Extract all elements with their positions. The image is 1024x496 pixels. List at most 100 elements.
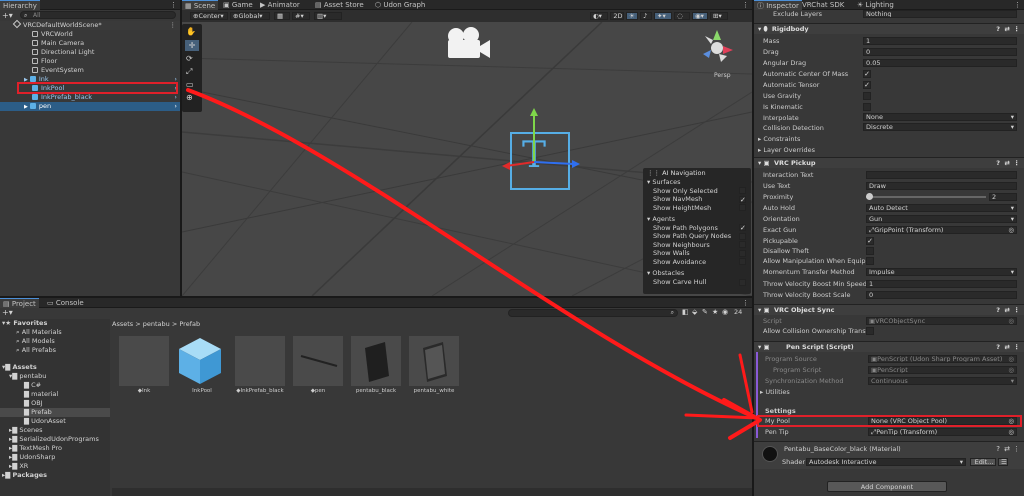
obstacles-header[interactable]: ▾ Obstacles: [647, 269, 684, 277]
is-kinematic-checkbox[interactable]: [863, 103, 871, 111]
breadcrumb-pentabu[interactable]: pentabu: [143, 320, 170, 328]
hierarchy-item-main-camera[interactable]: Main Camera: [0, 39, 180, 48]
filter-type-icon[interactable]: ◧: [682, 308, 689, 316]
pickupable-checkbox[interactable]: ✓: [866, 237, 874, 245]
preset-icon[interactable]: ⇄: [1005, 305, 1010, 316]
asset-ink[interactable]: [119, 336, 169, 386]
increment-snap[interactable]: ▥▾: [314, 12, 342, 20]
mass-field[interactable]: 1: [863, 37, 1017, 45]
audio-toggle[interactable]: ♪: [640, 12, 652, 20]
more-icon[interactable]: ⋮: [1014, 342, 1021, 353]
tab-asset-store[interactable]: ▤ Asset Store: [312, 0, 367, 10]
nav-option-checkbox[interactable]: [739, 278, 746, 286]
orientation-dropdown[interactable]: Gun ▾: [866, 215, 1017, 223]
folder-udonasset[interactable]: ▇ UdonAsset: [24, 417, 66, 425]
angular-drag-field[interactable]: 0.05: [863, 59, 1017, 67]
move-handle-icon[interactable]: [502, 108, 582, 188]
preset-icon[interactable]: ⇄: [1005, 24, 1010, 35]
hand-tool-icon[interactable]: ✋: [186, 27, 196, 36]
help-icon[interactable]: ?: [996, 305, 1000, 316]
tab-console[interactable]: ▭ Console: [44, 298, 87, 308]
tab-project[interactable]: ▤ Project: [0, 298, 39, 308]
help-icon[interactable]: ?: [996, 445, 1000, 453]
tab-animator[interactable]: ▶ Animator: [257, 0, 303, 10]
transform-tool-icon[interactable]: ⊕: [186, 93, 193, 102]
hierarchy-item-pen[interactable]: ▶ pen ›: [0, 102, 180, 111]
preset-icon[interactable]: ⇄: [1005, 158, 1010, 169]
pen-script-header[interactable]: ▾ ▣ Pen Script (Script) ? ⇄ ⋮: [754, 341, 1024, 352]
help-icon[interactable]: ?: [996, 158, 1000, 169]
lighting-toggle[interactable]: ☀: [626, 12, 638, 20]
more-icon[interactable]: ⋮: [742, 0, 749, 10]
more-icon[interactable]: ⋮: [1014, 24, 1021, 35]
hierarchy-search[interactable]: ⌕ All: [20, 11, 176, 19]
chevron-right-icon[interactable]: ›: [174, 93, 177, 102]
grid-dropdown[interactable]: #▾: [292, 12, 310, 20]
favorites-header[interactable]: ▾★ Favorites: [2, 319, 47, 327]
breadcrumb-prefab[interactable]: Prefab: [179, 320, 200, 328]
asset-pen[interactable]: [293, 336, 343, 386]
throw-scale-field[interactable]: 0: [866, 291, 1017, 299]
hidden-toggle[interactable]: ◌: [674, 12, 690, 20]
tab-udon-graph[interactable]: ⬡ Udon Graph: [372, 0, 428, 10]
pivot-dropdown[interactable]: ⊕Center▾: [190, 12, 228, 20]
collision-detection-dropdown[interactable]: Discrete ▾: [863, 123, 1017, 131]
hierarchy-item-inkprefab-black[interactable]: InkPrefab_black ›: [0, 93, 180, 102]
exclude-layers-field[interactable]: Nothing: [863, 10, 1017, 18]
scale-tool-icon[interactable]: ⤢: [186, 67, 192, 77]
more-icon[interactable]: ⋮: [170, 21, 177, 30]
nav-option-checkbox[interactable]: [739, 187, 746, 194]
help-icon[interactable]: ?: [996, 342, 1000, 353]
more-icon[interactable]: ⋮: [1014, 305, 1021, 316]
persp-label[interactable]: Persp: [714, 72, 731, 79]
folder-material[interactable]: ▇ material: [24, 390, 58, 398]
rigidbody-header[interactable]: ▾ ⬮ Rigidbody ? ⇄ ⋮: [754, 23, 1024, 34]
asset-pentabu-white[interactable]: [409, 336, 459, 386]
nav-option-checkbox[interactable]: [739, 249, 746, 257]
effects-toggle[interactable]: ✦▾: [654, 12, 672, 20]
folder-csharp[interactable]: ▇ C#: [24, 381, 41, 389]
hierarchy-item-eventsystem[interactable]: EventSystem: [0, 66, 180, 75]
move-tool-icon[interactable]: ✛: [185, 40, 199, 51]
help-icon[interactable]: ?: [996, 24, 1000, 35]
rotate-tool-icon[interactable]: ⟳: [186, 54, 193, 63]
orientation-gizmo[interactable]: [697, 28, 737, 68]
snap-toggle[interactable]: ▦: [274, 12, 290, 20]
more-icon[interactable]: ⋮: [1014, 0, 1021, 10]
preset-icon[interactable]: ⇄: [1005, 342, 1010, 353]
scene-viewport[interactable]: ✋ ✛ ⟳ ⤢ ▭ ⊕ Persp T ⋮⋮ AI Navigation ▾ S…: [182, 22, 752, 296]
folder-textmeshpro[interactable]: ▸▇ TextMesh Pro: [9, 444, 62, 452]
auto-center-checkbox[interactable]: ✓: [863, 70, 871, 78]
folder-pentabu[interactable]: ▾▇ pentabu: [9, 372, 46, 380]
filter-log-icon[interactable]: ✎: [702, 308, 708, 316]
object-picker-icon[interactable]: ◎: [1008, 429, 1014, 435]
tab-lighting[interactable]: ☀ Lighting: [854, 0, 897, 10]
pen-tip-field[interactable]: ⤢PenTip (Transform) ◎: [868, 428, 1017, 436]
more-icon[interactable]: ⋮: [1014, 158, 1021, 169]
add-component-button[interactable]: Add Component: [827, 481, 947, 492]
slider-handle[interactable]: [866, 193, 873, 200]
nav-option-checkbox[interactable]: [739, 241, 746, 248]
shader-dropdown[interactable]: Autodesk Interactive ▾: [806, 458, 966, 466]
chevron-right-icon[interactable]: ›: [174, 102, 177, 111]
favorite-icon[interactable]: ★: [712, 308, 718, 316]
agents-header[interactable]: ▾ Agents: [647, 215, 675, 223]
asset-inkprefab-black[interactable]: [235, 336, 285, 386]
nav-option-checkbox[interactable]: [739, 204, 746, 211]
momentum-dropdown[interactable]: Impulse ▾: [866, 268, 1017, 276]
breadcrumb-assets[interactable]: Assets: [112, 320, 133, 328]
use-text-field[interactable]: Draw: [866, 182, 1017, 190]
utilities-foldout[interactable]: ▸ Utilities: [760, 387, 790, 397]
hierarchy-item-vrcworld[interactable]: VRCWorld: [0, 30, 180, 39]
object-picker-icon[interactable]: ◎: [1008, 227, 1014, 233]
tab-scene[interactable]: ▦ Scene: [182, 0, 219, 10]
shader-edit-button[interactable]: Edit...: [970, 458, 996, 466]
fav-all-models[interactable]: ⌕ All Models: [16, 337, 55, 345]
assets-header[interactable]: ▾▇ Assets: [2, 363, 37, 371]
hierarchy-item-directional-light[interactable]: Directional Light: [0, 48, 180, 57]
tab-hierarchy[interactable]: Hierarchy: [0, 0, 40, 10]
filter-label-icon[interactable]: ⬙: [692, 308, 697, 316]
asset-pentabu-black[interactable]: [351, 336, 401, 386]
auto-tensor-checkbox[interactable]: ✓: [863, 81, 871, 89]
nav-option-checkbox[interactable]: [739, 258, 746, 265]
